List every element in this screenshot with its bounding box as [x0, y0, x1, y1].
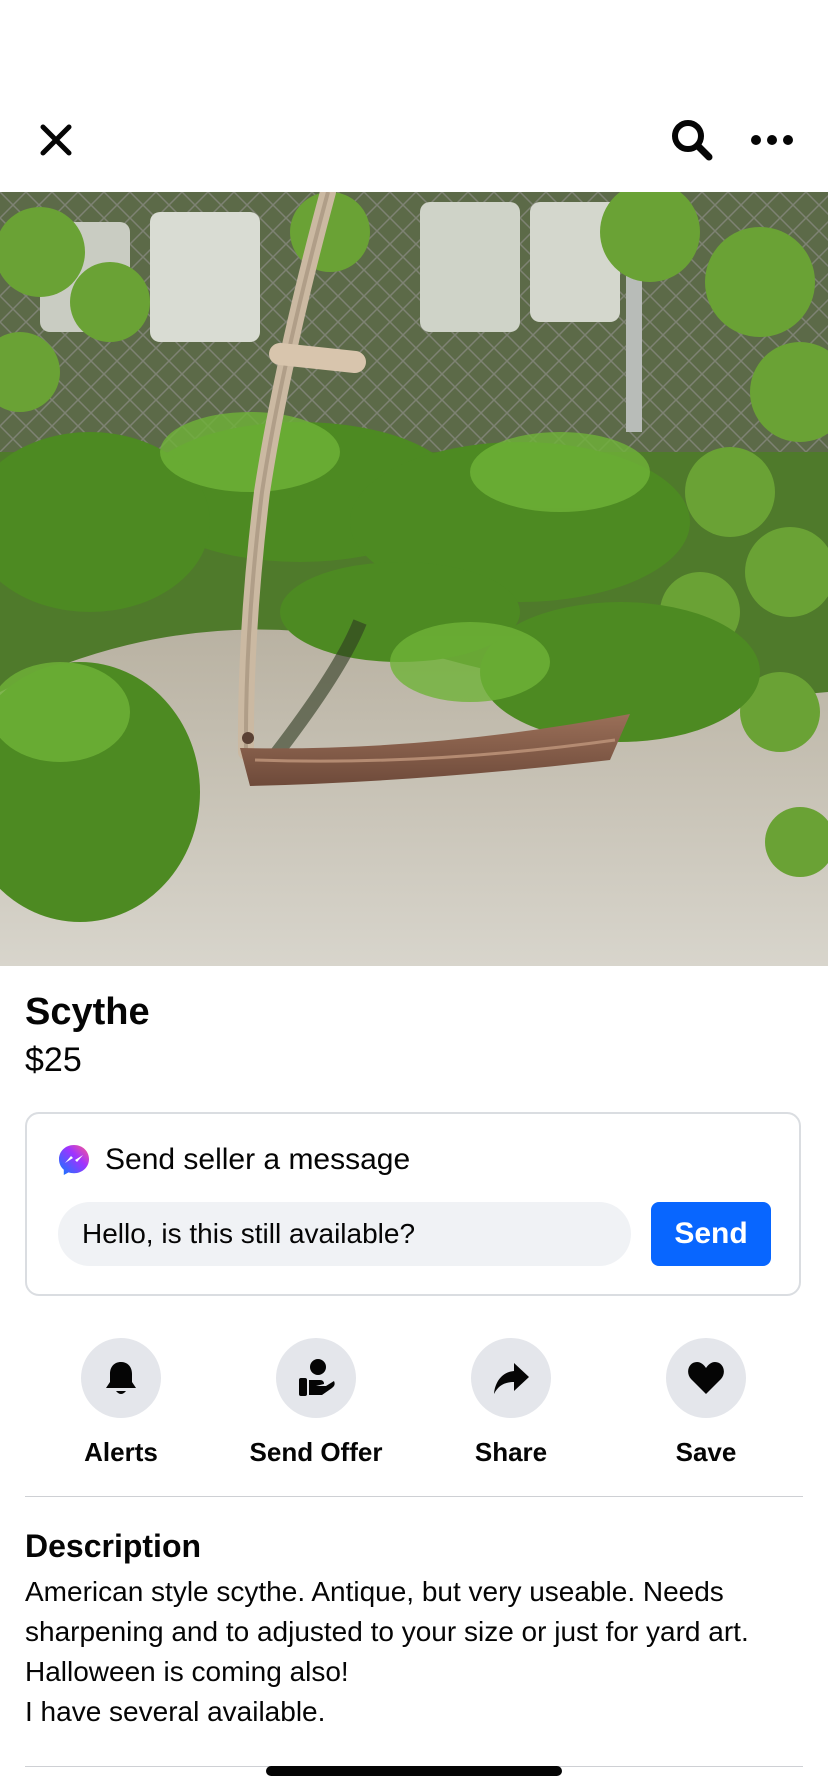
search-button[interactable]	[664, 112, 720, 168]
message-header: Send seller a message	[57, 1140, 410, 1180]
description-heading: Description	[25, 1528, 202, 1564]
more-icon	[751, 135, 793, 145]
description-body: American style scythe. Antique, but very…	[25, 1572, 815, 1732]
share-icon	[494, 1363, 529, 1394]
send-offer-label: Send Offer	[249, 1437, 383, 1467]
top-bar	[0, 0, 828, 192]
listing-title: Scythe	[25, 991, 150, 1033]
scythe-photo-image	[0, 192, 828, 966]
send-offer-button[interactable]: Send Offer	[221, 1338, 411, 1468]
search-icon	[672, 120, 713, 161]
close-icon	[40, 124, 72, 156]
offer-icon	[299, 1359, 335, 1396]
save-label: Save	[675, 1437, 737, 1467]
description-line: American style scythe. Antique, but very…	[25, 1576, 724, 1607]
listing-photo[interactable]	[0, 192, 828, 966]
divider	[25, 1496, 803, 1497]
description-line: sharpening and to adjusted to your size …	[25, 1616, 749, 1647]
bell-icon	[106, 1362, 136, 1394]
share-label: Share	[474, 1437, 548, 1467]
description-line: Halloween is coming also!	[25, 1656, 349, 1687]
listing-price: $25	[25, 1041, 82, 1079]
message-header-label: Send seller a message	[105, 1143, 411, 1176]
home-indicator	[266, 1766, 562, 1776]
description-line: I have several available.	[25, 1696, 326, 1727]
alerts-label: Alerts	[84, 1437, 158, 1467]
send-offer-circle[interactable]	[276, 1338, 356, 1418]
messenger-icon	[59, 1145, 89, 1175]
more-options-button[interactable]	[744, 112, 800, 168]
alerts-circle[interactable]	[81, 1338, 161, 1418]
save-button[interactable]: Save	[611, 1338, 801, 1468]
alerts-button[interactable]: Alerts	[26, 1338, 216, 1468]
heart-icon	[688, 1362, 724, 1394]
save-circle[interactable]	[666, 1338, 746, 1418]
close-button[interactable]	[28, 112, 84, 168]
share-circle[interactable]	[471, 1338, 551, 1418]
share-button[interactable]: Share	[416, 1338, 606, 1468]
send-button[interactable]: Send	[651, 1202, 771, 1266]
send-message-card: Send seller a message Send	[25, 1112, 801, 1296]
action-bar: Alerts Send Offer Share Save	[0, 1338, 828, 1468]
message-input[interactable]	[58, 1202, 631, 1266]
